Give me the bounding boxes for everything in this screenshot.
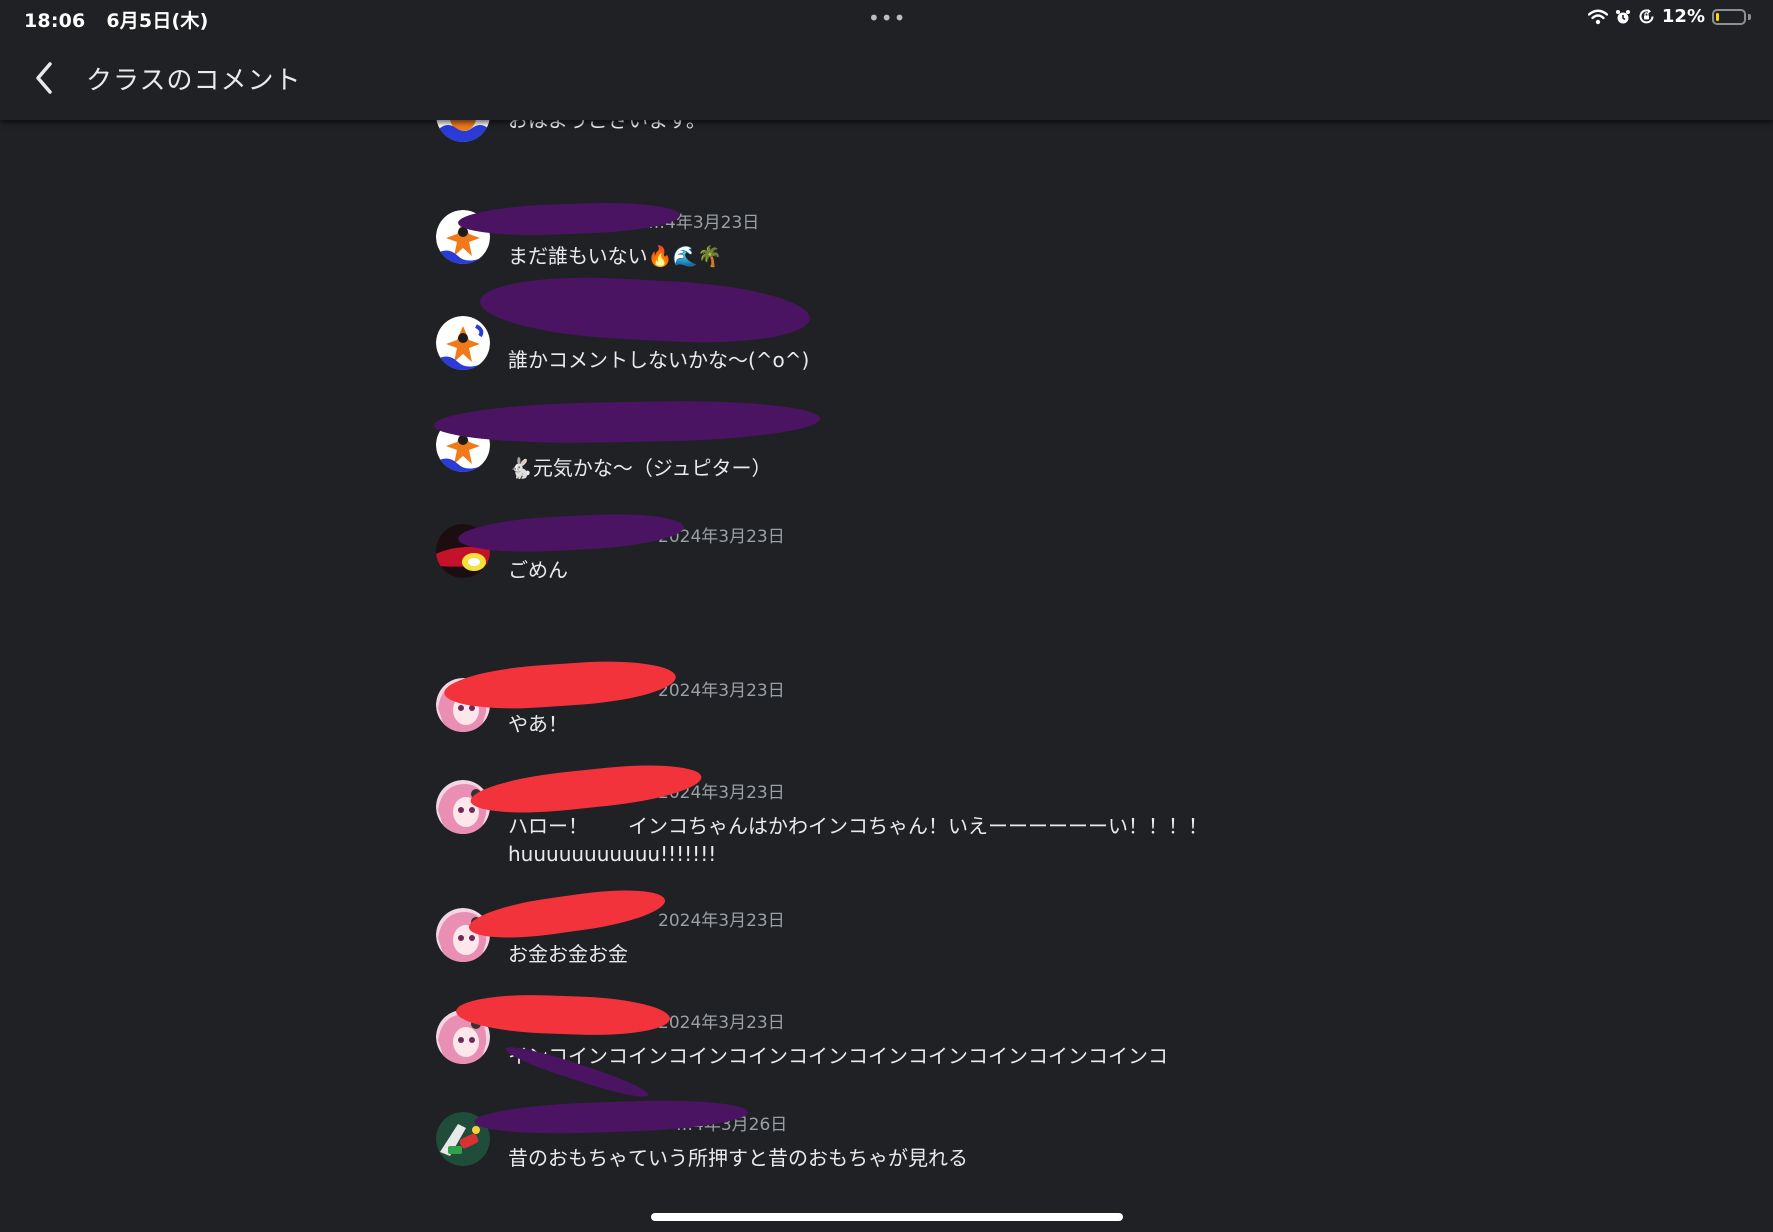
- page-title: クラスのコメント: [86, 66, 302, 96]
- comment-date: 2024年3月23日: [658, 911, 785, 931]
- back-button[interactable]: [26, 58, 62, 98]
- status-date: 6月5日(木): [106, 10, 209, 32]
- rotation-lock-icon: [1639, 9, 1654, 24]
- redaction-scribble: [468, 757, 704, 821]
- comment-text: 🐇元気かな〜（ジュピター）: [508, 456, 772, 480]
- wifi-icon: [1587, 9, 1608, 24]
- comment-text: やあ！: [508, 712, 568, 736]
- comment-text: ハロー！ インコちゃんはかわインコちゃん！いえーーーーーーい！！！！ huuuu…: [508, 814, 1208, 866]
- comment-text: 昔のおもちゃていう所押すと昔のおもちゃが見れる: [508, 1146, 968, 1170]
- home-indicator[interactable]: [651, 1213, 1123, 1221]
- app-header: クラスのコメント: [0, 38, 1773, 120]
- status-clock: 18:06: [24, 10, 86, 32]
- comment-text: お金お金お金: [508, 942, 628, 966]
- status-icons: 12%: [1587, 6, 1751, 27]
- battery-level: [1716, 12, 1719, 21]
- comment-date: 2024年3月23日: [658, 681, 785, 701]
- battery-cap: [1748, 13, 1751, 20]
- alarm-icon: [1615, 9, 1630, 23]
- battery-icon: [1712, 8, 1746, 25]
- avatar[interactable]: [436, 316, 490, 370]
- redaction-scribble: [478, 271, 812, 349]
- screen: おはようございます。 …4年3月23日 まだ誰もいない🔥🌊🌴 誰かコメントしない…: [0, 0, 1773, 1232]
- comment-text: インコインコインコインコインコインコインコインコインコインコインコ: [508, 1044, 1168, 1068]
- battery-percent: 12%: [1661, 6, 1705, 27]
- comment-list[interactable]: おはようございます。 …4年3月23日 まだ誰もいない🔥🌊🌴 誰かコメントしない…: [0, 0, 1773, 1232]
- redaction-scribble: [433, 398, 821, 446]
- multitasking-dots[interactable]: •••: [868, 6, 906, 30]
- comment-date: 2024年3月23日: [658, 1013, 785, 1033]
- chevron-left-icon: [36, 62, 52, 94]
- redaction-scribble: [466, 882, 668, 946]
- comment-text: 誰かコメントしないかな〜(^o^): [508, 348, 810, 372]
- status-bar: 18:06 6月5日(木) ••• 12%: [0, 0, 1773, 38]
- comment-text: ごめん: [508, 558, 568, 582]
- comment-text: まだ誰もいない🔥🌊🌴: [508, 244, 723, 268]
- status-time: 18:06 6月5日(木): [24, 6, 209, 33]
- redaction-scribble: [442, 655, 678, 715]
- redaction-scribble: [457, 510, 685, 556]
